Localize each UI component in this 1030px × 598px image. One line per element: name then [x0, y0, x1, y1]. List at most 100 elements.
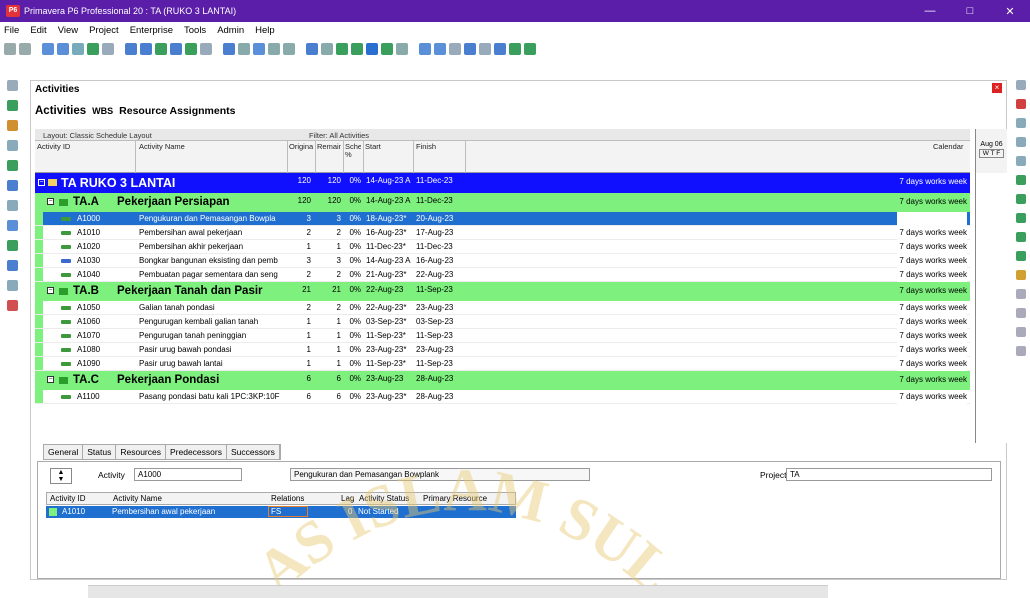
- maximize-button[interactable]: □: [950, 5, 990, 17]
- col-remaining[interactable]: Remaining: [317, 143, 341, 151]
- sub-col-status[interactable]: Activity Status: [359, 494, 409, 503]
- level-icon[interactable]: [321, 43, 333, 55]
- spell-icon[interactable]: [479, 43, 491, 55]
- tab-resource-assignments[interactable]: Resource Assignments: [119, 105, 235, 117]
- indent-icon[interactable]: [1016, 327, 1026, 337]
- tab-activities[interactable]: Activities: [35, 105, 86, 117]
- panel-close-icon[interactable]: ×: [992, 83, 1002, 93]
- zoom-in-icon[interactable]: [419, 43, 431, 55]
- activity-row[interactable]: A1070 Pengurugan tanah peninggian 1 1 0% 11-S…: [35, 329, 970, 343]
- sub-col-relation[interactable]: Relations: [271, 494, 304, 503]
- menu-admin[interactable]: Admin: [217, 25, 244, 36]
- outdent-icon[interactable]: [1016, 346, 1026, 356]
- details-icon[interactable]: [200, 43, 212, 55]
- tab-wbs[interactable]: WBS: [92, 106, 113, 116]
- spreadsheet-icon[interactable]: [140, 43, 152, 55]
- col-original[interactable]: Original: [289, 143, 313, 151]
- activity-row[interactable]: A1090 Pasir urug bawah lantai 1 1 0% 11-Sep-2…: [35, 357, 970, 371]
- tab-general[interactable]: General: [44, 445, 84, 459]
- menu-tools[interactable]: Tools: [184, 25, 206, 36]
- chart-icon[interactable]: [87, 43, 99, 55]
- notes-icon[interactable]: [1016, 270, 1026, 280]
- wbs-icon[interactable]: [6, 100, 18, 111]
- table-icon[interactable]: [57, 43, 69, 55]
- menu-help[interactable]: Help: [255, 25, 275, 36]
- notebook-icon[interactable]: [396, 43, 408, 55]
- tab-resources[interactable]: Resources: [116, 445, 166, 459]
- move-up-icon[interactable]: [1016, 289, 1026, 299]
- projects-icon[interactable]: [6, 80, 18, 91]
- activity-spinner[interactable]: ▲ ▼: [50, 468, 72, 484]
- portfolio-icon[interactable]: [6, 220, 18, 231]
- filter-label[interactable]: Filter: All Activities: [309, 131, 369, 140]
- menu-project[interactable]: Project: [89, 25, 119, 36]
- project-field[interactable]: TA: [786, 468, 992, 481]
- cut-icon[interactable]: [1016, 118, 1026, 128]
- resources-icon[interactable]: [6, 160, 18, 171]
- wbs-row[interactable]: − TA.C Pekerjaan Pondasi 6 6 0% 23-Aug-23 28-Au…: [35, 371, 970, 390]
- activities-icon[interactable]: [6, 140, 18, 151]
- settings-icon[interactable]: [524, 43, 536, 55]
- sort-icon[interactable]: [253, 43, 265, 55]
- layout-label[interactable]: Layout: Classic Schedule Layout: [43, 131, 152, 140]
- add-icon[interactable]: [1016, 80, 1026, 90]
- issues-icon[interactable]: [6, 200, 18, 211]
- gantt-chart[interactable]: [975, 173, 1007, 443]
- close-button[interactable]: ✕: [990, 5, 1030, 18]
- assign-resource-icon[interactable]: [1016, 175, 1026, 185]
- baseline-icon[interactable]: [351, 43, 363, 55]
- forward-icon[interactable]: [19, 43, 31, 55]
- move-down-icon[interactable]: [1016, 308, 1026, 318]
- sub-col-lag[interactable]: Lag: [341, 494, 354, 503]
- thresholds-icon[interactable]: [6, 240, 18, 251]
- wbs-row[interactable]: − TA.A Pekerjaan Persiapan 120 120 0% 14-Aug-2…: [35, 193, 970, 212]
- docs-icon[interactable]: [6, 280, 18, 291]
- copy-icon[interactable]: [1016, 137, 1026, 147]
- col-activity-id[interactable]: Activity ID: [37, 143, 70, 151]
- activity-row[interactable]: A1020 Pembersihan akhir pekerjaan 1 1 0% 11-D…: [35, 240, 970, 254]
- assign-code-icon[interactable]: [1016, 251, 1026, 261]
- network-icon[interactable]: [170, 43, 182, 55]
- tab-successors[interactable]: Successors: [227, 445, 280, 459]
- filter-icon[interactable]: [268, 43, 280, 55]
- assign-role-icon[interactable]: [1016, 194, 1026, 204]
- profile-icon[interactable]: [102, 43, 114, 55]
- activity-row[interactable]: A1060 Pengurugan kembali galian tanah 1 1 0%…: [35, 315, 970, 329]
- project-row[interactable]: − TA RUKO 3 LANTAI 120 120 0% 14-Aug-23 A 11-D…: [35, 173, 970, 193]
- paste-icon[interactable]: [1016, 156, 1026, 166]
- sub-col-resource[interactable]: Primary Resource: [423, 494, 487, 503]
- col-activity-name[interactable]: Activity Name: [139, 143, 185, 151]
- col-finish[interactable]: Finish: [416, 143, 436, 151]
- sub-row-relation[interactable]: FS: [268, 506, 308, 517]
- print-icon[interactable]: [494, 43, 506, 55]
- layout-icon[interactable]: [42, 43, 54, 55]
- progress-icon[interactable]: [336, 43, 348, 55]
- wbs-row[interactable]: − TA.B Pekerjaan Tanah dan Pasir 21 21 0% 22-A…: [35, 282, 970, 301]
- delete-icon[interactable]: [1016, 99, 1026, 109]
- assign-succ-icon[interactable]: [1016, 232, 1026, 242]
- reports-icon[interactable]: [6, 180, 18, 191]
- link-icon[interactable]: [366, 43, 378, 55]
- bars-settings-icon[interactable]: [238, 43, 250, 55]
- col-calendar[interactable]: Calendar: [933, 143, 963, 151]
- menu-file[interactable]: File: [4, 25, 19, 36]
- risks-icon[interactable]: [6, 260, 18, 271]
- wizard-icon[interactable]: [509, 43, 521, 55]
- assign-icon[interactable]: [381, 43, 393, 55]
- expenses-icon[interactable]: [6, 300, 18, 311]
- columns-icon[interactable]: [72, 43, 84, 55]
- schedule-icon[interactable]: [306, 43, 318, 55]
- activity-row[interactable]: A1100 Pasang pondasi batu kali 1PC:3KP:10…: [35, 390, 970, 404]
- bars-icon[interactable]: [125, 43, 137, 55]
- zoom-fit-icon[interactable]: [449, 43, 461, 55]
- assign-pred-icon[interactable]: [1016, 213, 1026, 223]
- activity-row[interactable]: A1050 Galian tanah pondasi 2 2 0% 22-Aug-23* 2…: [35, 301, 970, 315]
- minimize-button[interactable]: —: [910, 5, 950, 17]
- menu-edit[interactable]: Edit: [30, 25, 46, 36]
- activity-row[interactable]: A1040 Pembuatan pagar sementara dan seng 2…: [35, 268, 970, 282]
- activity-row[interactable]: A1010 Pembersihan awal pekerjaan 2 2 0% 16-Au…: [35, 226, 970, 240]
- activity-row[interactable]: A1030 Bongkar bangunan eksisting dan pemb…: [35, 254, 970, 268]
- col-schedule-pct[interactable]: Schedule %: [345, 143, 361, 159]
- activity-row[interactable]: A1000 Pengukuran dan Pemasangan Bowpla 3 3 0…: [35, 212, 970, 226]
- tab-predecessors[interactable]: Predecessors: [166, 445, 227, 459]
